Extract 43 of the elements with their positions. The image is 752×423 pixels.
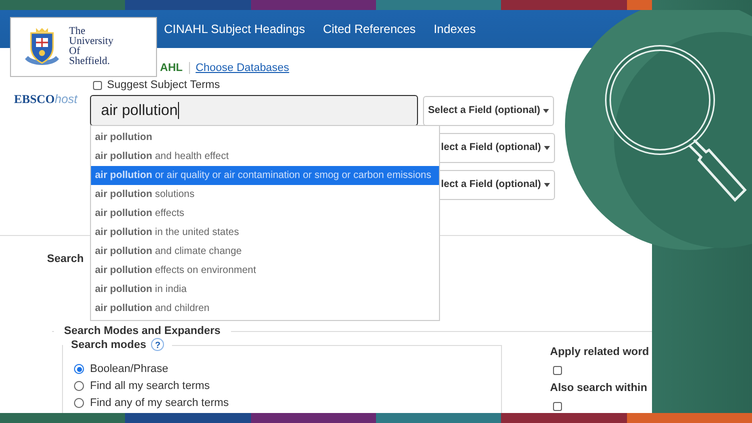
suggestion-item[interactable]: air pollution and health effect bbox=[91, 147, 439, 166]
field-select[interactable]: Select a Field (optional) bbox=[423, 96, 554, 126]
suggestion-item[interactable]: air pollution solutions bbox=[91, 185, 439, 204]
checkbox[interactable] bbox=[553, 402, 562, 410]
nav-link[interactable]: Cited References bbox=[322, 22, 416, 36]
nav-link[interactable]: CINAHL Subject Headings bbox=[164, 22, 305, 36]
choose-databases-link[interactable]: Choose Databases bbox=[196, 62, 290, 74]
nav-link[interactable]: Indexes bbox=[434, 22, 476, 36]
suggestion-item[interactable]: air pollution and children bbox=[91, 299, 439, 318]
search-modes-title: Search modes bbox=[71, 338, 146, 350]
radio-button[interactable] bbox=[74, 398, 84, 408]
option-label: Also search within bbox=[550, 382, 648, 394]
caret-icon bbox=[544, 146, 550, 150]
radio-label: Find any of my search terms bbox=[90, 397, 229, 409]
suggestion-item[interactable]: air pollution in india bbox=[91, 280, 439, 299]
checkbox-label: Suggest Subject Terms bbox=[107, 79, 220, 91]
radio-label: Boolean/Phrase bbox=[90, 363, 168, 375]
caret-icon bbox=[544, 182, 550, 186]
caret-icon bbox=[543, 108, 550, 112]
logo-text: Sheffield. bbox=[69, 57, 111, 67]
suggestion-item[interactable]: air pollution in the united states bbox=[91, 223, 439, 242]
checkbox[interactable] bbox=[93, 80, 102, 90]
suggestion-item[interactable]: air pollution effects on environment bbox=[91, 261, 439, 280]
radio-label: Find all my search terms bbox=[90, 380, 210, 392]
section-heading: Search bbox=[47, 253, 85, 265]
option-label: Apply related word bbox=[550, 346, 650, 358]
radio-button[interactable] bbox=[74, 381, 84, 391]
logo-text: Of bbox=[69, 47, 80, 57]
radio-button[interactable] bbox=[74, 364, 84, 374]
logo-text: The bbox=[69, 27, 86, 37]
suggestion-item[interactable]: air pollution bbox=[91, 128, 439, 147]
suggestion-item[interactable]: air pollution and climate change bbox=[91, 242, 439, 261]
help-icon[interactable]: ? bbox=[151, 338, 164, 351]
database-name: AHL bbox=[160, 62, 183, 74]
search-field[interactable]: air pollution bbox=[90, 95, 418, 126]
logo-text: University bbox=[69, 37, 114, 47]
checkbox[interactable] bbox=[553, 366, 562, 374]
brand-logo: EBSCOhost bbox=[14, 92, 78, 106]
section-title: Search Modes and Expanders bbox=[54, 325, 230, 337]
suggestion-item[interactable]: air pollution effects bbox=[91, 204, 439, 223]
suggestion-item[interactable]: air pollution or air quality or air contamination or smog or carbon emissions bbox=[91, 166, 439, 185]
field-select[interactable]: lect a Field (optional) bbox=[440, 132, 556, 162]
field-select[interactable]: lect a Field (optional) bbox=[440, 170, 556, 200]
